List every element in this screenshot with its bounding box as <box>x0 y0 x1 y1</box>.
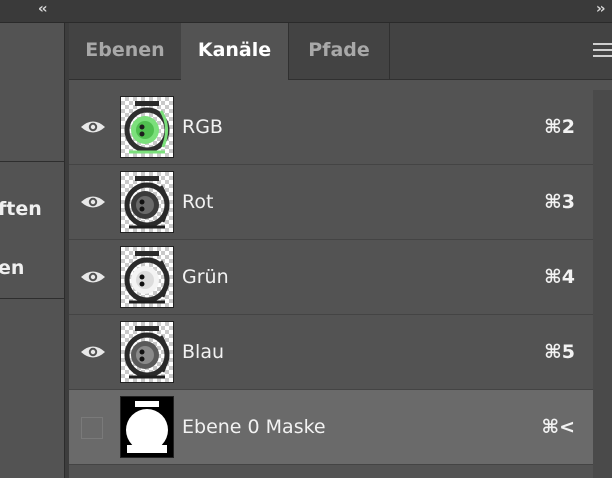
left-panel-divider <box>0 161 64 162</box>
channel-row-blau[interactable]: Blau ⌘5 <box>69 315 593 390</box>
channel-name: Ebene 0 Maske <box>182 416 326 438</box>
hamburger-menu-icon[interactable] <box>593 43 612 59</box>
channel-name: Blau <box>182 341 224 363</box>
channels-panel: Ebenen Kanäle Pfade RGB ⌘2 Rot ⌘3 Grün ⌘… <box>69 23 612 478</box>
left-panel-label[interactable]: ften <box>0 198 42 220</box>
channel-list: RGB ⌘2 Rot ⌘3 Grün ⌘4 Blau ⌘5 Ebene 0 Ma… <box>69 90 593 465</box>
channel-thumbnail-mask <box>120 396 174 458</box>
channel-shortcut: ⌘4 <box>544 266 575 288</box>
eye-icon[interactable] <box>80 118 106 136</box>
tab-ebenen[interactable]: Ebenen <box>69 23 181 79</box>
channel-name: Grün <box>182 266 229 288</box>
left-panel: ften en <box>0 23 65 478</box>
channel-thumbnail-blau <box>120 321 174 383</box>
channel-thumbnail-gruen <box>120 246 174 308</box>
channel-shortcut: ⌘5 <box>544 341 575 363</box>
left-panel-label[interactable]: en <box>0 257 24 279</box>
left-panel-divider <box>0 298 64 299</box>
channel-shortcut: ⌘2 <box>544 116 575 138</box>
channel-name: RGB <box>182 116 223 138</box>
tab-divider <box>389 23 390 79</box>
channel-row-gruen[interactable]: Grün ⌘4 <box>69 240 593 315</box>
visibility-checkbox[interactable] <box>81 417 103 439</box>
tab-pfade[interactable]: Pfade <box>289 23 389 79</box>
channel-row-rgb[interactable]: RGB ⌘2 <box>69 90 593 165</box>
top-bar: ‹‹ ›› <box>0 0 612 23</box>
channel-row-ebene-0-maske[interactable]: Ebene 0 Maske ⌘< <box>69 390 593 465</box>
channel-shortcut: ⌘3 <box>544 191 575 213</box>
channel-row-rot[interactable]: Rot ⌘3 <box>69 165 593 240</box>
panel-tab-bar: Ebenen Kanäle Pfade <box>69 23 612 80</box>
channel-thumbnail-rot <box>120 171 174 233</box>
scrollbar-track[interactable] <box>593 90 612 478</box>
channel-thumbnail-rgb <box>120 96 174 158</box>
eye-icon[interactable] <box>80 193 106 211</box>
channel-shortcut: ⌘< <box>541 416 575 438</box>
collapse-right-icon[interactable]: ›› <box>596 1 605 17</box>
eye-icon[interactable] <box>80 343 106 361</box>
channel-name: Rot <box>182 191 214 213</box>
collapse-left-icon[interactable]: ‹‹ <box>38 1 47 17</box>
eye-icon[interactable] <box>80 268 106 286</box>
tab-kanaele[interactable]: Kanäle <box>181 23 288 80</box>
